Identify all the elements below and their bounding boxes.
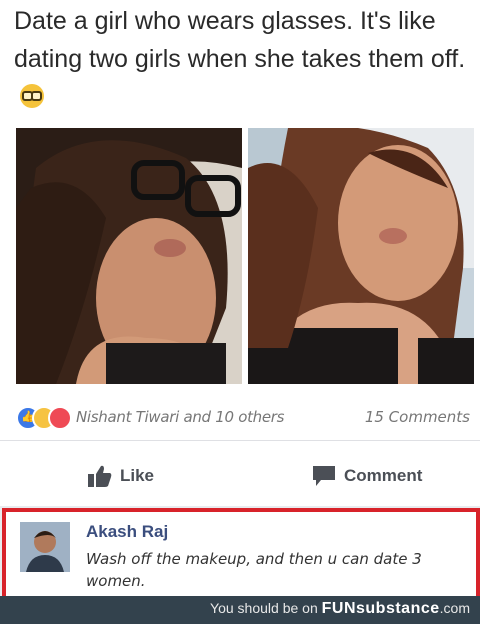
highlighted-comment: Akash Raj Wash off the makeup, and then … xyxy=(2,508,480,604)
reactions-bar: Nishant Tiwari and 10 others 15 Comments xyxy=(0,396,480,441)
comment-count[interactable]: 15 Comments xyxy=(365,408,470,426)
post-text-content: Date a girl who wears glasses. It's like… xyxy=(14,7,466,73)
watermark-footer: You should be on FUNsubstance.com xyxy=(0,596,480,624)
comment-author[interactable]: Akash Raj xyxy=(86,522,168,542)
comment-text: Wash off the makeup, and then u can date… xyxy=(86,550,422,590)
like-button[interactable]: Like xyxy=(88,452,154,500)
reaction-names[interactable]: Nishant Tiwari and 10 others xyxy=(76,408,284,426)
post-card: Date a girl who wears glasses. It's like… xyxy=(0,0,480,506)
footer-suffix: .com xyxy=(439,600,470,616)
footer-brand: FUNsubstance xyxy=(321,600,440,617)
thumbs-up-icon xyxy=(88,465,112,487)
nerd-emoji-icon xyxy=(20,84,44,108)
comment-bubble-icon xyxy=(313,466,335,486)
photo-with-glasses-image xyxy=(16,128,242,384)
avatar[interactable] xyxy=(20,522,70,572)
post-text: Date a girl who wears glasses. It's like… xyxy=(14,2,472,116)
photo-with-glasses[interactable] xyxy=(16,128,242,384)
comment-button[interactable]: Comment xyxy=(312,452,422,500)
avatar-image xyxy=(20,522,70,572)
photo-without-glasses-image xyxy=(248,128,474,384)
love-reaction-icon xyxy=(48,406,72,430)
footer-prefix: You should be on xyxy=(210,600,318,616)
photo-without-glasses[interactable] xyxy=(248,128,474,384)
like-button-label: Like xyxy=(120,466,155,485)
footer-text: You should be on FUNsubstance.com xyxy=(210,600,470,618)
action-bar: Like Comment xyxy=(0,452,480,500)
comment-button-label: Comment xyxy=(344,466,423,485)
